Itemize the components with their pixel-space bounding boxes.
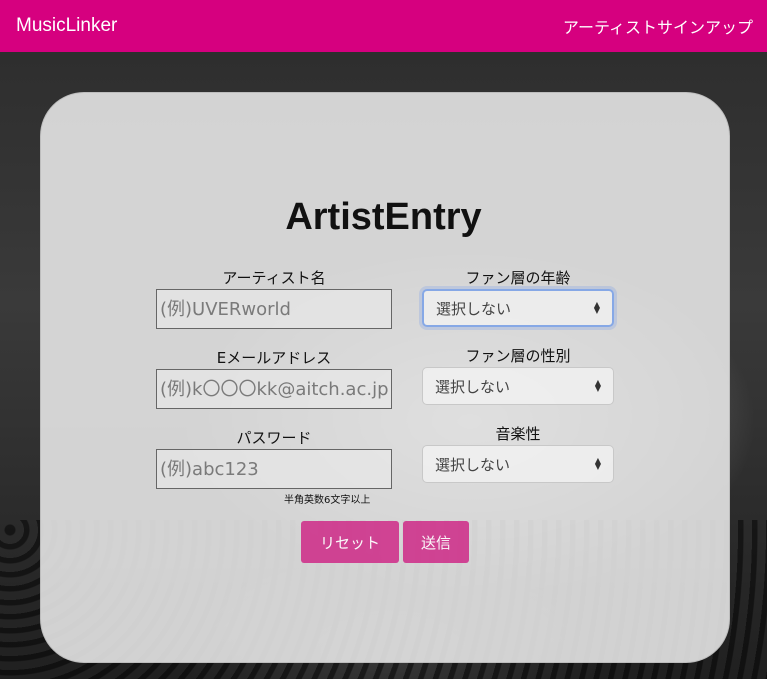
artist-name-label: アーティスト名	[222, 269, 326, 287]
select-arrows-icon: ▲ ▼	[593, 300, 600, 315]
select-arrows-icon: ▲ ▼	[594, 378, 601, 393]
fan-age-label: ファン層の年齢	[465, 269, 571, 287]
artist-name-input[interactable]	[156, 289, 392, 329]
music-select[interactable]: 選択しない ▲ ▼	[422, 445, 614, 483]
music-label: 音楽性	[495, 425, 541, 443]
password-hint: 半角英数6文字以上	[284, 495, 371, 506]
fan-gender-selected: 選択しない	[435, 377, 511, 396]
fan-age-select[interactable]: 選択しない ▲ ▼	[422, 289, 614, 327]
fan-gender-label: ファン層の性別	[465, 347, 571, 365]
password-input[interactable]	[156, 449, 392, 489]
fan-age-selected: 選択しない	[436, 299, 512, 318]
email-label: Eメールアドレス	[216, 349, 332, 367]
music-selected: 選択しない	[435, 455, 511, 474]
brand-logo[interactable]: MusicLinker	[16, 15, 117, 37]
email-input[interactable]	[156, 369, 392, 409]
fan-gender-select[interactable]: 選択しない ▲ ▼	[422, 367, 614, 405]
submit-button[interactable]: 送信	[403, 521, 469, 563]
page-title: ArtistEntry	[285, 196, 482, 238]
navbar: MusicLinker アーティストサインアップ	[0, 0, 767, 52]
password-label: パスワード	[236, 429, 312, 447]
select-arrows-icon: ▲ ▼	[594, 456, 601, 471]
artist-signup-link[interactable]: アーティストサインアップ	[563, 14, 753, 38]
reset-button[interactable]: リセット	[301, 521, 399, 563]
